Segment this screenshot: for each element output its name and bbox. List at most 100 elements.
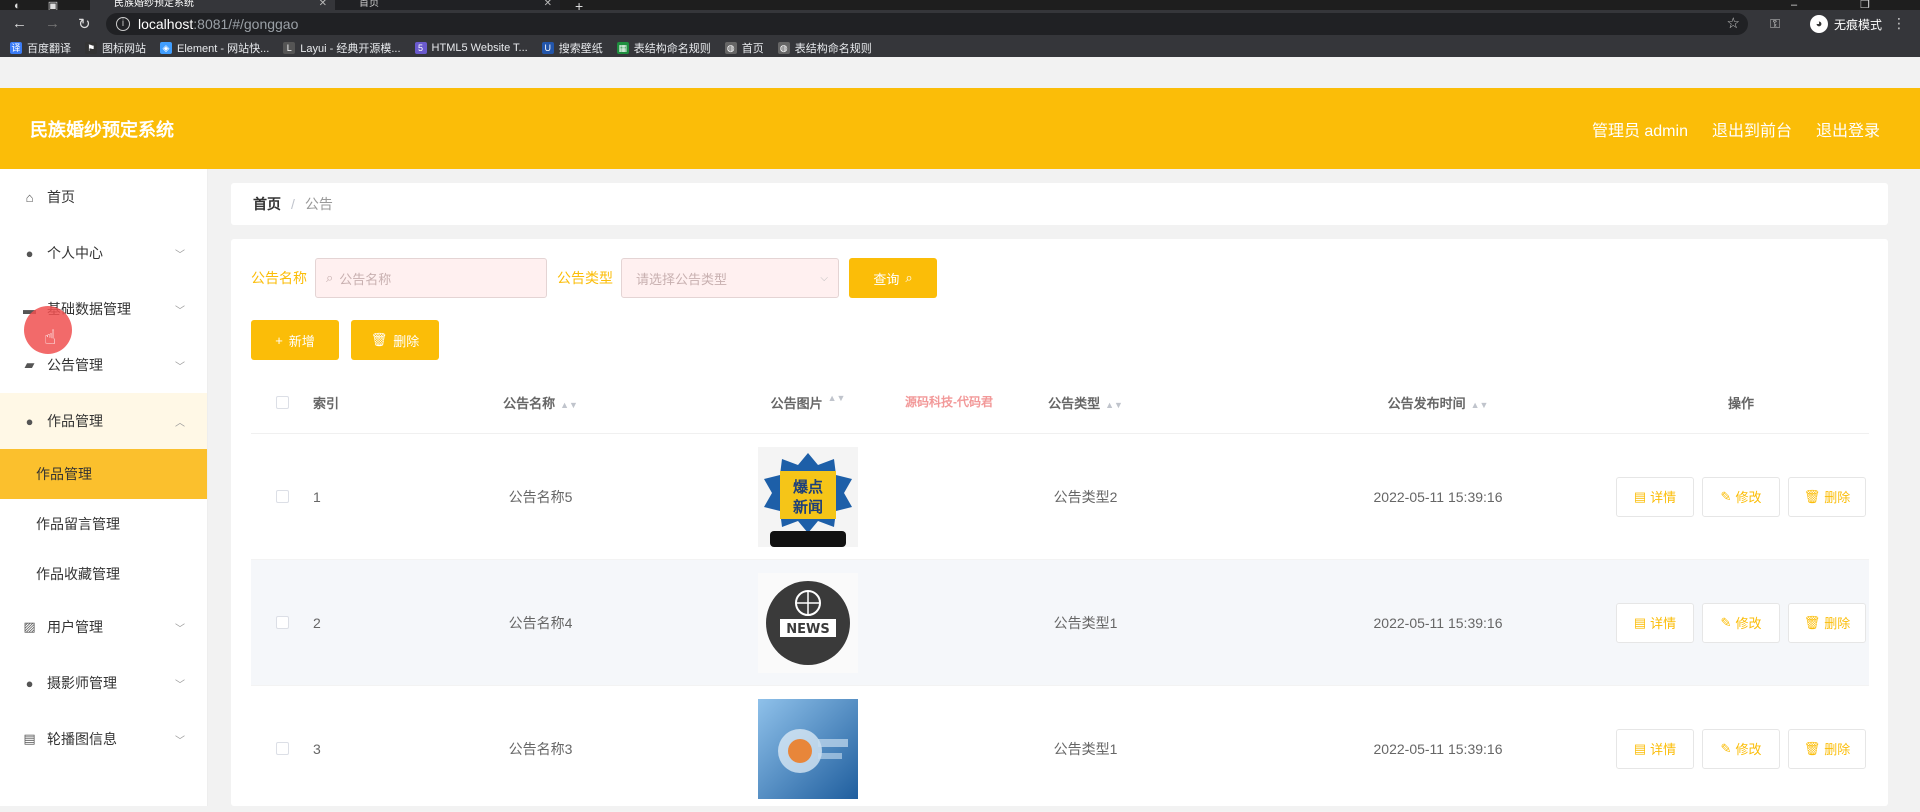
cell-index: 3 (313, 740, 321, 757)
plus-icon: + (275, 332, 283, 348)
sort-icon[interactable]: ▲▼ (1105, 400, 1123, 410)
info-icon[interactable]: i (116, 17, 130, 31)
chart-icon: ▨ (23, 619, 36, 634)
user-icon: ● (25, 413, 34, 429)
chevron-down-icon: ⌵ (820, 272, 828, 284)
edit-button[interactable]: ✎ 修改 (1702, 602, 1780, 643)
wallpaper-icon: U (541, 41, 554, 54)
bookmark-item[interactable]: 5 HTML5 Website T... (414, 41, 528, 54)
edit-button[interactable]: ✎ 修改 (1702, 728, 1780, 769)
key-icon[interactable]: ⚿ (1770, 16, 1780, 32)
cell-image: NEWS (708, 572, 908, 673)
bookmarks-bar: 译百度翻译 ⚑ 图标网站 ◈ Element - 网站快... L Layui - 经典开源… (0, 38, 1920, 57)
cell-ops: ▤ 详情 ✎ 修改 🗑 删除 (1613, 728, 1869, 769)
breadcrumb: 首页 / 公告 (231, 183, 1888, 225)
sidebar-subitem[interactable]: 作品管理 (0, 449, 207, 499)
breadcrumb-separator: / (291, 196, 295, 212)
bookmark-item[interactable]: L Layui - 经典开源模... (283, 40, 401, 56)
column-header-time[interactable]: 公告发布时间 ▲▼ (1263, 393, 1613, 412)
bookmark-item[interactable]: 译百度翻译 (10, 40, 71, 56)
row-checkbox[interactable] (275, 616, 289, 629)
sidebar-item[interactable]: ▤ 轮播图信息 ﹀ (0, 711, 207, 767)
cell-time: 2022-05-11 15:39:16 (1373, 488, 1503, 505)
chevron-down-icon: ﹀ (175, 249, 185, 261)
chevron-down-icon: ﹀ (175, 623, 185, 635)
row-checkbox[interactable] (275, 742, 289, 755)
type-filter-label: 公告类型 (557, 270, 613, 286)
batch-delete-button[interactable]: 🗑 删除 (351, 320, 439, 360)
svg-text:爆点: 爆点 (793, 478, 823, 496)
bookmark-item[interactable]: U 搜索壁纸 (541, 40, 603, 56)
delete-button[interactable]: 🗑 删除 (1788, 728, 1866, 769)
bookmark-item[interactable]: ◍ 首页 (724, 40, 764, 56)
bookmark-item[interactable]: ◍ 表结构命名规则 (777, 40, 872, 56)
browser-tab[interactable]: 首页 ✕ (335, 0, 560, 10)
to-front-link[interactable]: 退出到前台 (1712, 117, 1792, 141)
add-button[interactable]: + 新增 (251, 320, 339, 360)
column-header-image[interactable]: 公告图片 ▲▼ (708, 393, 908, 412)
cell-time: 2022-05-11 15:39:16 (1373, 614, 1503, 631)
detail-button[interactable]: ▤ 详情 (1616, 728, 1694, 769)
translate-icon: 译 (10, 41, 22, 54)
home-icon: ⌂ (25, 189, 34, 205)
admin-label: 管理员 admin (1591, 122, 1688, 140)
pencil-icon: ✎ (1720, 614, 1732, 630)
sidebar-item[interactable]: ● 个人中心 ﹀ (0, 225, 207, 281)
sidebar-item[interactable]: ▨ 用户管理 ﹀ (0, 599, 207, 655)
action-bar: + 新增 🗑 删除 (251, 320, 439, 360)
table-row[interactable]: 2 公告名称4 NEWS 公告类型1 2022-05-11 15:39:16 ▤ 详情 ✎ 修改… (251, 560, 1869, 686)
notice-icon: ▰ (24, 357, 35, 372)
breadcrumb-home[interactable]: 首页 (253, 194, 281, 214)
menu-icon[interactable]: ⋮ (1892, 15, 1906, 32)
back-icon[interactable]: ← (12, 15, 27, 33)
sort-icon[interactable]: ▲▼ (1471, 400, 1489, 410)
location-icon: ● (25, 675, 34, 691)
trash-icon: 🗑 (1803, 488, 1821, 504)
bookmark-item[interactable]: ▦ 表结构命名规则 (616, 40, 711, 56)
url-input[interactable]: i localhost:8081/#/gonggao ☆ (106, 13, 1748, 35)
chevron-down-icon: ﹀ (175, 679, 185, 691)
edit-button[interactable]: ✎ 修改 (1702, 476, 1780, 517)
flag-icon: ⚑ (85, 41, 97, 54)
close-tab-icon[interactable]: ✕ (544, 0, 552, 9)
incognito-icon: ◕ (1809, 15, 1828, 33)
cell-index: 2 (313, 614, 321, 631)
content-card: 公告名称 ⌕ 公告名称 公告类型 请选择公告类型 ⌵ 查询 ⌕ + 新增 🗑 删… (231, 239, 1888, 812)
incognito-indicator[interactable]: ◕ 无痕模式 (1809, 15, 1882, 33)
news-blue-image (758, 698, 858, 799)
delete-button[interactable]: 🗑 删除 (1788, 476, 1866, 517)
logout-link[interactable]: 退出登录 (1816, 117, 1880, 141)
address-bar: ← → ↻ i localhost:8081/#/gonggao ☆ ⚿ ◕ 无… (0, 10, 1920, 38)
sort-icon[interactable]: ▲▼ (560, 400, 578, 410)
column-header-name[interactable]: 公告名称 ▲▼ (373, 393, 708, 412)
sidebar-item[interactable]: ● 摄影师管理 ﹀ (0, 655, 207, 711)
notice-table: 索引 公告名称 ▲▼ 公告图片 ▲▼ 公告类型 ▲▼ 公告发布时间 ▲▼ 操作 1 公告名… (251, 372, 1869, 812)
html5-icon: 5 (414, 41, 427, 54)
delete-button[interactable]: 🗑 删除 (1788, 602, 1866, 643)
forward-icon[interactable]: → (45, 15, 60, 33)
sidebar-subitem[interactable]: 作品留言管理 (0, 499, 207, 549)
cell-image: 爆点 新闻 (708, 446, 908, 547)
row-checkbox[interactable] (275, 490, 289, 503)
sidebar-item[interactable]: ⌂ 首页 (0, 169, 207, 225)
sidebar-subitem[interactable]: 作品收藏管理 (0, 549, 207, 599)
browser-tab-active[interactable]: 民族婚纱预定系统 ✕ (90, 0, 335, 10)
cell-ops: ▤ 详情 ✎ 修改 🗑 删除 (1613, 476, 1869, 517)
name-search-input[interactable]: ⌕ 公告名称 (315, 258, 547, 298)
svg-text:新闻: 新闻 (793, 498, 823, 516)
close-tab-icon[interactable]: ✕ (319, 0, 327, 9)
reload-icon[interactable]: ↻ (78, 15, 91, 33)
type-select[interactable]: 请选择公告类型 ⌵ (621, 258, 839, 298)
sidebar-item[interactable]: ● 作品管理 ︿ (0, 393, 207, 449)
query-button[interactable]: 查询 ⌕ (849, 258, 937, 298)
detail-button[interactable]: ▤ 详情 (1616, 476, 1694, 517)
bookmark-star-icon[interactable]: ☆ (1727, 14, 1740, 32)
bookmark-item[interactable]: ◈ Element - 网站快... (160, 40, 269, 56)
bookmark-item[interactable]: ⚑ 图标网站 (85, 40, 146, 56)
select-all-checkbox[interactable] (275, 396, 289, 409)
table-row[interactable]: 3 公告名称3 公告类型1 2022-05-11 15:39:16 ▤ 详情 ✎ 修改 🗑 删除 (251, 686, 1869, 812)
table-row[interactable]: 1 公告名称5 爆点 新闻 公告类型2 2022-05-11 15:39:16 ▤ 详情 ✎ 修改… (251, 434, 1869, 560)
cell-time: 2022-05-11 15:39:16 (1373, 740, 1503, 757)
sort-icon[interactable]: ▲▼ (828, 393, 846, 412)
detail-button[interactable]: ▤ 详情 (1616, 602, 1694, 643)
